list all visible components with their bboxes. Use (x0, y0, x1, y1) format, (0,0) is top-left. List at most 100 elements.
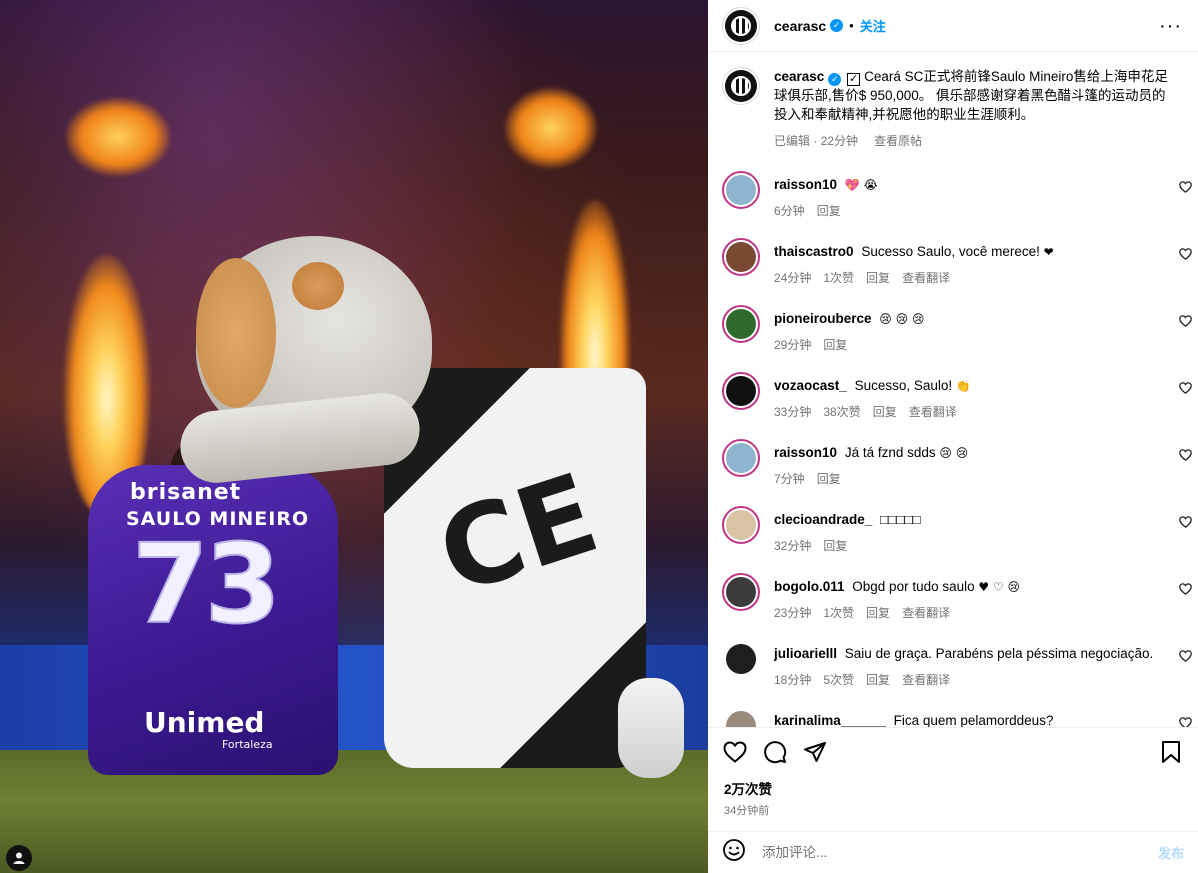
commenter-avatar[interactable] (722, 305, 760, 343)
comment-text: □□□□□ (880, 512, 921, 527)
see-translation-link[interactable]: 查看翻译 (902, 671, 950, 688)
header-username[interactable]: cearasc (774, 18, 826, 34)
post-photo[interactable]: brisanet SAULO MINEIRO 73 Unimed Fortale… (0, 0, 708, 873)
comment-item: bogolo.011 Obgd por tudo saulo ♥ ♡ 😢 23分… (708, 573, 1198, 640)
verified-badge-icon: ✓ (830, 19, 844, 32)
comment-like-heart-icon[interactable] (1179, 248, 1192, 263)
commenter-username[interactable]: raisson10 (774, 177, 837, 192)
bookmark-icon[interactable] (1158, 740, 1184, 768)
comment-emoji: ♥ ♡ 😢 (978, 580, 1021, 594)
comment-like-heart-icon[interactable] (1179, 181, 1192, 196)
comment-item: thaiscastro0 Sucesso Saulo, você merece!… (708, 238, 1198, 305)
reply-button[interactable]: 回复 (817, 470, 841, 487)
comment-likes[interactable]: 38次赞 (823, 403, 860, 420)
post-time-ago: 34分钟前 (724, 805, 770, 817)
commenter-username[interactable]: bogolo.011 (774, 579, 845, 594)
share-send-icon[interactable] (802, 740, 828, 768)
commenter-username[interactable]: pioneirouberce (774, 311, 872, 326)
jersey-number: 73 (131, 519, 282, 649)
emoji-smiley-icon[interactable] (722, 838, 746, 868)
jersey-bottom-sponsor: Unimed (144, 706, 265, 739)
comment-like-heart-icon[interactable] (1179, 516, 1192, 531)
avatar[interactable] (722, 67, 760, 105)
commenter-avatar[interactable] (722, 238, 760, 276)
commenter-avatar[interactable] (722, 640, 760, 678)
reply-button[interactable]: 回复 (823, 336, 847, 353)
comment-input[interactable] (762, 845, 1142, 860)
comment-emoji: 👏 (955, 379, 971, 393)
post-actions: 2万次赞 34分钟前 (708, 727, 1198, 831)
reply-button[interactable]: 回复 (866, 269, 890, 286)
post-header: cearasc ✓ • 关注 ··· (708, 0, 1198, 52)
comment-bubble-icon[interactable] (762, 740, 788, 768)
commenter-avatar[interactable] (722, 707, 760, 727)
pyro-flame (66, 98, 170, 176)
add-comment-bar: 发布 (708, 831, 1198, 873)
comment-item: raisson10 💖 😭 6分钟 回复 (708, 171, 1198, 238)
comment-text: Obgd por tudo saulo (852, 579, 975, 594)
club-crest-icon (731, 15, 751, 36)
see-original-link[interactable]: 查看原帖 (874, 132, 922, 149)
comment-item: karinalima______ Fica quem pelamorddeus? (708, 707, 1198, 727)
comment-time: 24分钟 (774, 271, 812, 285)
comment-likes[interactable]: 1次赞 (823, 269, 854, 286)
reply-button[interactable]: 回复 (866, 671, 890, 688)
comment-like-heart-icon[interactable] (1179, 650, 1192, 665)
reply-button[interactable]: 回复 (823, 537, 847, 554)
see-translation-link[interactable]: 查看翻译 (909, 403, 957, 420)
commenter-avatar[interactable] (722, 506, 760, 544)
dot-separator: • (849, 18, 854, 33)
commenter-avatar[interactable] (722, 372, 760, 410)
comment-time: 6分钟 (774, 204, 805, 218)
comment-emoji: 💖 😭 (844, 178, 878, 192)
commenter-username[interactable]: vozaocast_ (774, 378, 847, 393)
post-comment-button[interactable]: 发布 (1158, 843, 1184, 862)
reply-button[interactable]: 回复 (817, 202, 841, 219)
commenter-username[interactable]: raisson10 (774, 445, 837, 460)
avatar[interactable] (722, 6, 760, 45)
comment-like-heart-icon[interactable] (1179, 382, 1192, 397)
comment-emoji: ❤ (1043, 245, 1054, 259)
commenter-username[interactable]: thaiscastro0 (774, 244, 854, 259)
follow-button[interactable]: 关注 (860, 16, 886, 35)
reply-button[interactable]: 回复 (866, 604, 890, 621)
commenter-username[interactable]: clecioandrade_ (774, 512, 872, 527)
see-translation-link[interactable]: 查看翻译 (902, 604, 950, 621)
comment-emoji: 😢 😢 (939, 446, 969, 460)
tagged-user-icon[interactable] (6, 845, 32, 871)
pyro-flame (505, 88, 597, 168)
mascot-ear (292, 262, 344, 310)
commenter-avatar[interactable] (722, 171, 760, 209)
see-translation-link[interactable]: 查看翻译 (902, 269, 950, 286)
comment-like-heart-icon[interactable] (1179, 315, 1192, 330)
post-caption: cearasc ✓ ✓ Ceará SC正式将前锋Saulo Mineiro售给上海… (708, 53, 1198, 149)
comment-item: raisson10 Já tá fznd sdds 😢 😢 7分钟 回复 (708, 439, 1198, 506)
like-count[interactable]: 2万次赞 (708, 778, 1198, 798)
comment-item: clecioandrade_ □□□□□ 32分钟 回复 (708, 506, 1198, 573)
caption-username[interactable]: cearasc (774, 69, 824, 84)
comment-item: pioneirouberce 😢 😢 😢 29分钟 回复 (708, 305, 1198, 372)
commenter-avatar[interactable] (722, 439, 760, 477)
comment-likes[interactable]: 5次赞 (823, 671, 854, 688)
comment-time: 29分钟 (774, 338, 812, 352)
comment-likes[interactable]: 1次赞 (823, 604, 854, 621)
commenter-username[interactable]: julioarielll (774, 646, 837, 661)
comment-like-heart-icon[interactable] (1179, 717, 1192, 727)
comment-like-heart-icon[interactable] (1179, 583, 1192, 598)
more-options-icon[interactable]: ··· (1159, 16, 1182, 36)
comment-emoji: 😢 😢 😢 (879, 312, 925, 326)
caption-edited-time: 已编辑 · 22分钟 (774, 134, 859, 148)
comments-list[interactable]: cearasc ✓ ✓ Ceará SC正式将前锋Saulo Mineiro售给上海… (708, 53, 1198, 727)
comment-item: vozaocast_ Sucesso, Saulo! 👏 33分钟 38次赞 回复查… (708, 372, 1198, 439)
comment-text: Fica quem pelamorddeus? (893, 713, 1054, 727)
like-heart-icon[interactable] (722, 741, 748, 767)
club-crest-icon (731, 76, 751, 96)
comment-text: Sucesso Saulo, você merece! (861, 244, 1040, 259)
reply-button[interactable]: 回复 (873, 403, 897, 420)
comment-like-heart-icon[interactable] (1179, 449, 1192, 464)
commenter-avatar[interactable] (722, 573, 760, 611)
comment-text: Já tá fznd sdds (844, 445, 936, 460)
post-side-panel: cearasc ✓ • 关注 ··· cearasc ✓ ✓ Ceará SC正式将… (708, 0, 1198, 873)
commenter-username[interactable]: karinalima______ (774, 713, 886, 727)
comment-text: Sucesso, Saulo! (854, 378, 953, 393)
